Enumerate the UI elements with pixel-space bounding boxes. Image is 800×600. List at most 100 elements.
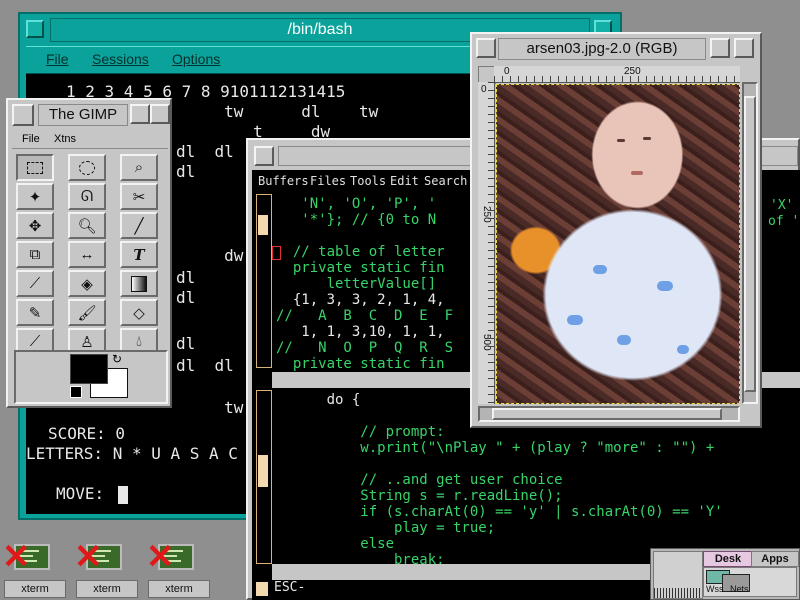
image-window[interactable]: arsen03.jpg-2.0 (RGB) 0 250 0 250 500 <box>470 32 762 428</box>
code-line: if (s.charAt(0) == 'y' | s.charAt(0) == … <box>276 504 723 520</box>
move-icon: ✥ <box>28 217 42 235</box>
image-horizontal-scrollbar[interactable] <box>478 406 740 422</box>
image-window-menu-button[interactable] <box>476 38 496 58</box>
flip-tool[interactable]: ↔ <box>68 241 106 268</box>
free-select-tool[interactable]: ⌕ <box>120 154 158 181</box>
emacs-top-scroll-thumb[interactable] <box>258 215 268 235</box>
board-row: dl <box>176 268 196 287</box>
code-line: 1, 1, 3,10, 1, 1, <box>276 324 445 340</box>
default-colors-icon[interactable] <box>70 386 82 398</box>
color-picker-tool[interactable]: ⟋ <box>16 270 54 297</box>
red-x-icon: ✕ <box>74 538 103 576</box>
image-hscroll-thumb[interactable] <box>492 408 722 420</box>
board-row: tw dl tw <box>176 102 379 121</box>
pager-tab-desk[interactable]: Desk <box>703 551 753 567</box>
pager-label: Wss <box>706 584 724 594</box>
gimp-menubar: File Xtns <box>12 130 168 149</box>
emacs-menu-buffers[interactable]: Buffers <box>258 174 309 188</box>
image-vscroll-thumb[interactable] <box>744 96 756 392</box>
emacs-menu-edit[interactable]: Edit <box>390 174 419 188</box>
bezier-select-tool[interactable]: ᘏ <box>68 183 106 210</box>
swap-colors-icon[interactable]: ↻ <box>112 352 122 366</box>
emacs-menu-search[interactable]: Search <box>424 174 467 188</box>
board-row: dw <box>176 246 244 265</box>
ellipse-select-tool[interactable] <box>68 154 106 181</box>
rect-select-icon <box>27 161 43 174</box>
image-minimize-button[interactable] <box>710 38 730 58</box>
text-icon: T <box>133 245 145 264</box>
pager-load-graph <box>653 551 703 599</box>
move-tool[interactable]: ✥ <box>16 212 54 239</box>
gimp-window-menu-button[interactable] <box>12 104 34 126</box>
pencil-tool[interactable]: ✎ <box>16 299 54 326</box>
board-row: dl <box>176 162 196 181</box>
airbrush-icon: ⟋ <box>29 333 41 350</box>
gimp-minimize-button[interactable] <box>130 104 150 124</box>
photo-detail <box>593 265 607 274</box>
bucket-fill-tool[interactable]: ◈ <box>68 270 106 297</box>
bash-title: /bin/bash <box>287 21 353 38</box>
code-line: letterValue[] <box>276 276 437 292</box>
code-line: w.print("\nPlay " + (play ? "more" : "")… <box>276 440 715 456</box>
gimp-maximize-button[interactable] <box>150 104 170 124</box>
gimp-title: The GIMP <box>48 106 118 123</box>
code-line: do { <box>276 392 361 408</box>
code-line: 'N', 'O', 'P', ' <box>276 196 437 212</box>
emacs-bottom-scrollbar[interactable] <box>256 390 272 564</box>
gimp-toolbox-window[interactable]: The GIMP File Xtns ⌕ ✦ ᘏ ✂ ✥ 🔍︎ ╱ ⧉ ↔ T … <box>6 98 172 408</box>
xterm-desktop-icon[interactable]: ✕ xterm <box>2 540 68 598</box>
gimp-title-bar[interactable]: The GIMP <box>38 104 128 126</box>
clone-stamp-icon: ♙ <box>80 333 94 351</box>
crop-icon: ╱ <box>134 217 144 235</box>
emacs-minibuffer-scroll[interactable] <box>256 582 268 596</box>
fuzzy-select-tool[interactable]: ✦ <box>16 183 54 210</box>
bash-menu-sessions[interactable]: Sessions <box>92 51 149 67</box>
vertical-ruler[interactable]: 0 250 500 <box>478 82 495 404</box>
code-line: else <box>276 536 395 552</box>
bash-menu-options[interactable]: Options <box>172 51 220 67</box>
emacs-bottom-modeline: --:-- Scrabble.java (Java)--L34--C0-- <box>272 564 672 595</box>
gimp-menu-file[interactable]: File <box>22 133 40 145</box>
gimp-menu-xtns[interactable]: Xtns <box>54 133 76 145</box>
emacs-right-fragment: of ' <box>768 214 800 229</box>
modeline-text: --:-- Scrabble.java (Java)--L34--C0-- <box>318 580 664 595</box>
eraser-tool[interactable]: ◇ <box>120 299 158 326</box>
bezier-icon: ᘏ <box>80 188 94 205</box>
photo-detail <box>643 137 651 140</box>
blend-tool[interactable] <box>120 270 158 297</box>
image-vertical-scrollbar[interactable] <box>742 82 758 404</box>
emacs-menu-files[interactable]: Files <box>310 174 346 188</box>
bash-menu-file[interactable]: File <box>46 51 69 67</box>
bash-window-menu-button[interactable] <box>26 20 44 38</box>
paintbrush-tool[interactable]: 🖌︎ <box>68 299 106 326</box>
emacs-bottom-scroll-thumb[interactable] <box>258 455 268 487</box>
pager-tab-apps[interactable]: Apps <box>751 551 799 567</box>
transform-tool[interactable]: ⧉ <box>16 241 54 268</box>
text-tool[interactable]: T <box>120 241 158 268</box>
code-line: // table of letter <box>276 244 445 260</box>
code-line: String s = r.readLine(); <box>276 488 563 504</box>
emacs-top-scrollbar[interactable] <box>256 194 272 368</box>
horizontal-ruler[interactable]: 0 250 <box>494 66 740 83</box>
flip-icon: ↔ <box>79 246 95 263</box>
foreground-color-swatch[interactable] <box>70 354 108 384</box>
pager-desktop-grid[interactable]: Wss Nets <box>703 567 797 597</box>
xterm-desktop-icon[interactable]: ✕ xterm <box>74 540 140 598</box>
photo-detail <box>617 335 631 345</box>
crop-tool[interactable]: ╱ <box>120 212 158 239</box>
rect-select-tool[interactable] <box>16 154 54 181</box>
emacs-window-menu-button[interactable] <box>254 146 274 166</box>
image-canvas[interactable] <box>496 84 740 404</box>
emacs-minibuffer[interactable]: ESC- <box>274 580 305 595</box>
image-title-bar[interactable]: arsen03.jpg-2.0 (RGB) <box>498 38 706 60</box>
droplet-icon: 💧︎ <box>135 333 142 350</box>
emacs-menu-tools[interactable]: Tools <box>350 174 386 188</box>
xterm-desktop-icon[interactable]: ✕ xterm <box>146 540 212 598</box>
code-line: {1, 3, 3, 2, 1, 4, <box>276 292 445 308</box>
scissors-tool[interactable]: ✂ <box>120 183 158 210</box>
image-maximize-button[interactable] <box>734 38 754 58</box>
pager-panel[interactable]: Desk Apps Wss Nets <box>650 548 800 600</box>
code-line: private static fin <box>276 260 445 276</box>
photo-detail <box>657 281 673 291</box>
magnify-tool[interactable]: 🔍︎ <box>68 212 106 239</box>
